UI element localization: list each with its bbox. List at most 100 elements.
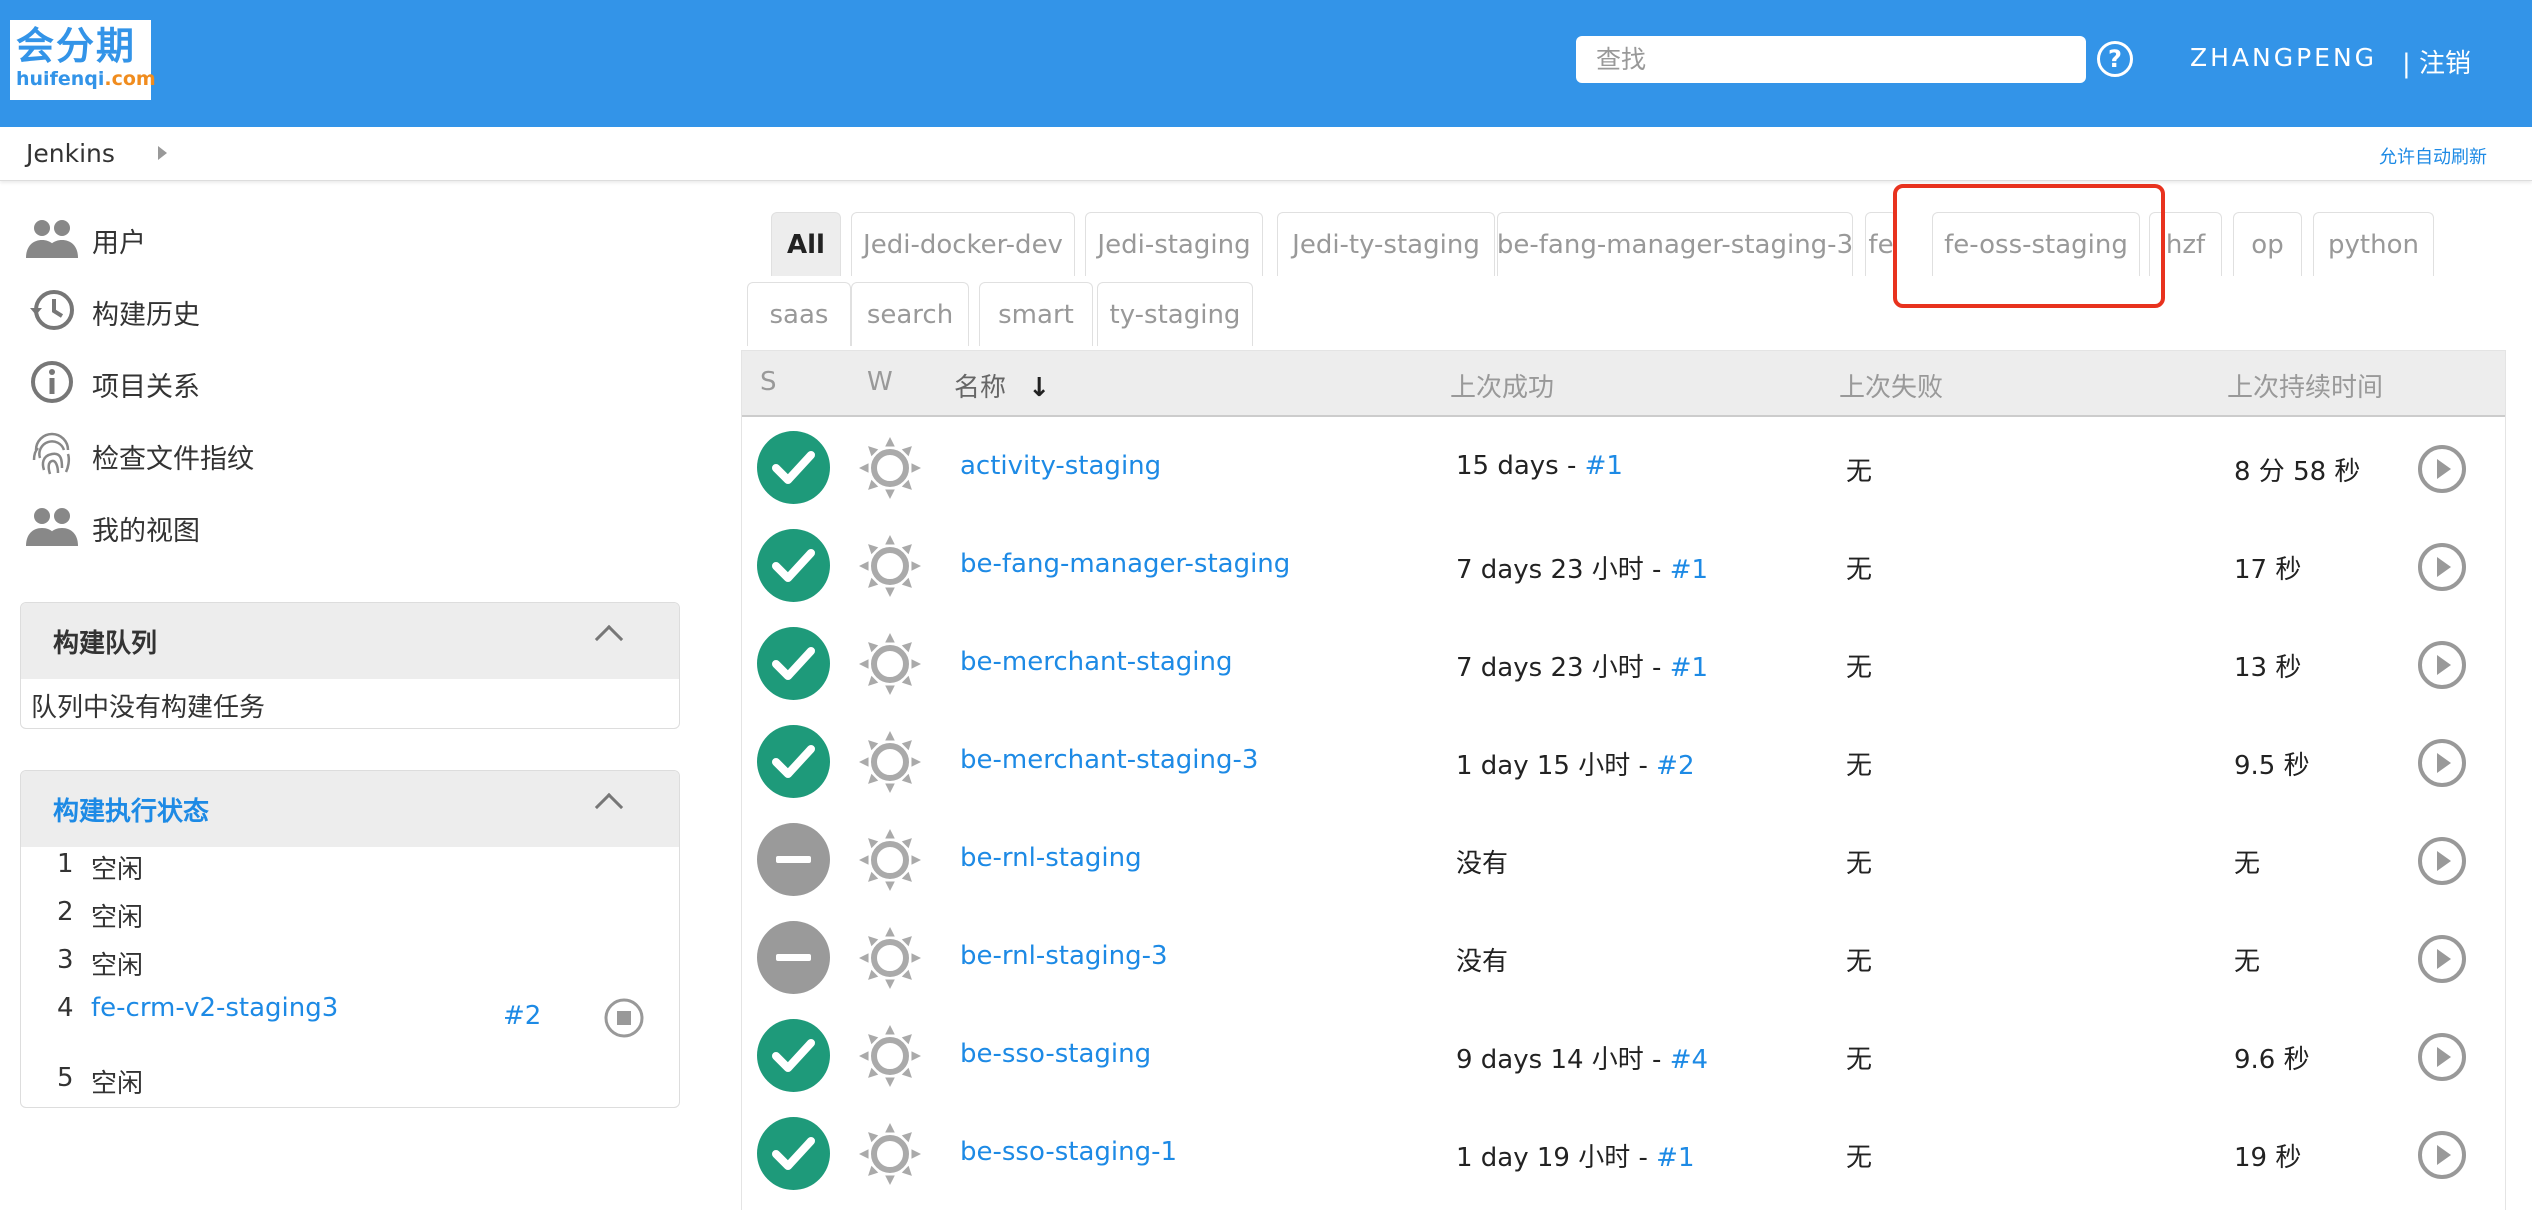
table-row: be-rnl-staging 没有 无 无 <box>742 811 2505 909</box>
schedule-build-icon[interactable] <box>2417 640 2467 690</box>
user-name-link[interactable]: ZHANGPENG <box>2190 43 2377 72</box>
success-status-icon <box>757 1019 830 1092</box>
last-duration: 19 秒 <box>2234 1143 2302 1173</box>
executor-label: 空闲 <box>91 855 144 885</box>
build-queue-panel: 构建队列 队列中没有构建任务 <box>20 602 680 729</box>
job-link[interactable]: be-merchant-staging-3 <box>960 745 1258 775</box>
job-link[interactable]: be-sso-staging-1 <box>960 1137 1177 1167</box>
logout-link[interactable]: | 注销 <box>2402 43 2471 80</box>
build-link[interactable]: #1 <box>1585 451 1623 481</box>
executor-label[interactable]: fe-crm-v2-staging3 <box>91 993 338 1023</box>
info-icon <box>26 358 78 410</box>
sidebar-item[interactable]: 用户 <box>26 215 146 265</box>
tab-op[interactable]: op <box>2233 212 2302 276</box>
last-duration: 8 分 58 秒 <box>2234 457 2361 487</box>
weather-sunny-icon <box>855 1117 925 1191</box>
build-link[interactable]: #4 <box>1670 1045 1708 1075</box>
last-success: 9 days 14 小时 - #4 <box>1456 1045 1709 1075</box>
col-weather[interactable]: W <box>867 367 893 397</box>
last-duration: 无 <box>2234 849 2261 879</box>
tab-smart[interactable]: smart <box>979 282 1093 346</box>
success-status-icon <box>757 431 830 504</box>
breadcrumb-jenkins[interactable]: Jenkins <box>26 139 115 168</box>
last-success: 7 days 23 小时 - #1 <box>1456 653 1709 683</box>
last-success: 没有 <box>1456 849 1509 879</box>
job-link[interactable]: be-fang-manager-staging <box>960 549 1290 579</box>
last-duration: 9.6 秒 <box>2234 1045 2310 1075</box>
tab-be-fang-manager-staging-3[interactable]: be-fang-manager-staging-3 <box>1497 212 1853 276</box>
executor-panel: 构建执行状态 1 空闲 2 空闲 3 空闲 4 #2 fe-crm-v2-staging3 5 空闲 <box>20 770 680 1108</box>
schedule-build-icon[interactable] <box>2417 738 2467 788</box>
tab-ty-staging[interactable]: ty-staging <box>1097 282 1253 346</box>
table-header: S W 名称 ↓ 上次成功 上次失败 上次持续时间 <box>742 351 2505 417</box>
help-icon[interactable]: ? <box>2097 41 2133 77</box>
executor-title: 构建执行状态 <box>53 796 210 827</box>
last-failure: 无 <box>1846 849 1873 879</box>
search-input[interactable] <box>1576 36 2086 83</box>
col-last-success[interactable]: 上次成功 <box>1450 367 1554 404</box>
schedule-build-icon[interactable] <box>2417 836 2467 886</box>
tab-all[interactable]: All <box>771 212 841 276</box>
weather-sunny-icon <box>855 823 925 897</box>
executor-label: 空闲 <box>91 951 144 981</box>
tab-search[interactable]: search <box>851 282 969 346</box>
sort-arrow-icon: ↓ <box>1028 373 1051 403</box>
breadcrumb-arrow-icon[interactable] <box>158 146 167 160</box>
sidebar-item[interactable]: 我的视图 <box>26 503 200 553</box>
table-row: be-fang-manager-staging 7 days 23 小时 - #1… <box>742 517 2505 615</box>
job-link[interactable]: be-merchant-staging <box>960 647 1232 677</box>
col-name[interactable]: 名称 ↓ <box>954 367 1050 404</box>
schedule-build-icon[interactable] <box>2417 1032 2467 1082</box>
weather-sunny-icon <box>855 529 925 603</box>
logo-main: 会分期 <box>16 24 137 68</box>
sidebar-item-label: 项目关系 <box>92 371 200 403</box>
col-status[interactable]: S <box>760 367 777 397</box>
sidebar-item[interactable]: 项目关系 <box>26 359 200 409</box>
schedule-build-icon[interactable] <box>2417 542 2467 592</box>
tab-jedi-staging[interactable]: Jedi-staging <box>1085 212 1263 276</box>
tab-python[interactable]: python <box>2313 212 2434 276</box>
auto-refresh-link[interactable]: 允许自动刷新 <box>2379 143 2487 169</box>
logo[interactable]: 会分期 huifenqi.com <box>10 20 156 100</box>
job-link[interactable]: activity-staging <box>960 451 1161 481</box>
col-last-duration[interactable]: 上次持续时间 <box>2227 367 2383 404</box>
table-row: be-merchant-staging 7 days 23 小时 - #1 无 13 … <box>742 615 2505 713</box>
weather-sunny-icon <box>855 921 925 995</box>
stop-icon[interactable] <box>603 997 645 1046</box>
sidebar-item-label: 用户 <box>92 227 146 259</box>
collapse-icon[interactable] <box>594 624 624 654</box>
executor-build-link[interactable]: #2 <box>503 1001 541 1031</box>
job-link[interactable]: be-rnl-staging <box>960 843 1142 873</box>
sidebar-item[interactable]: 检查文件指纹 <box>26 431 254 481</box>
build-link[interactable]: #1 <box>1670 653 1708 683</box>
job-link[interactable]: be-sso-staging <box>960 1039 1151 1069</box>
breadcrumb: Jenkins 允许自动刷新 <box>0 127 2532 181</box>
sidebar-item-label: 构建历史 <box>92 299 200 331</box>
sidebar-item[interactable]: 构建历史 <box>26 287 200 337</box>
weather-sunny-icon <box>855 1019 925 1093</box>
last-duration: 9.5 秒 <box>2234 751 2310 781</box>
executor-header[interactable]: 构建执行状态 <box>21 771 679 847</box>
schedule-build-icon[interactable] <box>2417 1130 2467 1180</box>
executor-number: 2 <box>57 897 74 927</box>
collapse-icon[interactable] <box>594 792 624 822</box>
highlight-box <box>1893 184 2165 308</box>
last-failure: 无 <box>1846 947 1873 977</box>
table-row: be-sso-staging-1 1 day 19 小时 - #1 无 19 秒 <box>742 1105 2505 1203</box>
tab-jedi-docker-dev[interactable]: Jedi-docker-dev <box>851 212 1075 276</box>
col-last-failure[interactable]: 上次失败 <box>1839 367 1943 404</box>
build-link[interactable]: #2 <box>1656 751 1694 781</box>
build-queue-header[interactable]: 构建队列 <box>21 603 679 679</box>
build-link[interactable]: #1 <box>1670 555 1708 585</box>
last-success: 1 day 15 小时 - #2 <box>1456 751 1695 781</box>
tab-jedi-ty-staging[interactable]: Jedi-ty-staging <box>1277 212 1495 276</box>
sidebar-item-label: 我的视图 <box>92 515 200 547</box>
schedule-build-icon[interactable] <box>2417 934 2467 984</box>
schedule-build-icon[interactable] <box>2417 444 2467 494</box>
tab-saas[interactable]: saas <box>747 282 851 346</box>
executor-number: 5 <box>57 1063 74 1093</box>
build-queue-title: 构建队列 <box>53 628 158 659</box>
build-link[interactable]: #1 <box>1656 1143 1694 1173</box>
people-icon <box>26 502 78 554</box>
job-link[interactable]: be-rnl-staging-3 <box>960 941 1168 971</box>
